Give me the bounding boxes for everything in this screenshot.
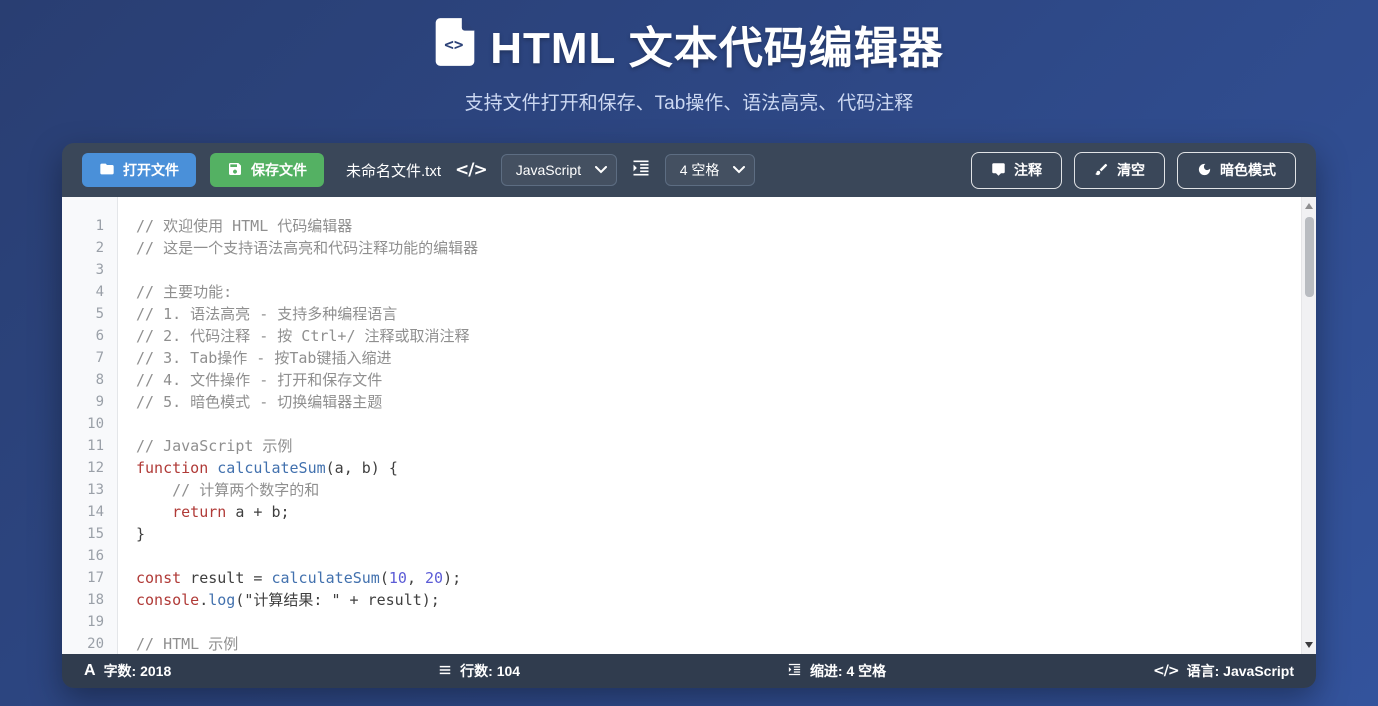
font-icon: A <box>84 662 96 680</box>
page-title: HTML 文本代码编辑器 <box>490 12 944 76</box>
html-file-icon: <> <box>434 17 476 72</box>
code-line: // 这是一个支持语法高亮和代码注释功能的编辑器 <box>136 237 1316 259</box>
dark-mode-label: 暗色模式 <box>1220 163 1276 177</box>
line-number: 6 <box>62 325 104 347</box>
scrollbar-thumb[interactable] <box>1305 217 1314 297</box>
comment-bubble-icon <box>991 162 1006 179</box>
editor-body: 1234567891011121314151617181920 // 欢迎使用 … <box>62 197 1316 654</box>
comment-button[interactable]: 注释 <box>971 152 1062 189</box>
code-line: // 计算两个数字的和 <box>136 479 1316 501</box>
save-icon <box>227 161 243 179</box>
line-number: 13 <box>62 479 104 501</box>
filename-label: 未命名文件.txt <box>346 160 441 181</box>
indent-select-wrap: 4 空格 <box>665 154 755 186</box>
page-subtitle: 支持文件打开和保存、Tab操作、语法高亮、代码注释 <box>0 88 1378 115</box>
code-line: // 4. 文件操作 - 打开和保存文件 <box>136 369 1316 391</box>
code-line: // JavaScript 示例 <box>136 435 1316 457</box>
line-number: 4 <box>62 281 104 303</box>
indent-icon <box>631 158 651 183</box>
brush-icon <box>1094 162 1109 179</box>
code-line: console.log("计算结果: " + result); <box>136 589 1316 611</box>
status-language: </> 语言: JavaScript <box>1153 661 1294 681</box>
line-number: 8 <box>62 369 104 391</box>
line-number: 20 <box>62 633 104 654</box>
code-line: const result = calculateSum(10, 20); <box>136 567 1316 589</box>
code-line: // 2. 代码注释 - 按 Ctrl+/ 注释或取消注释 <box>136 325 1316 347</box>
comment-label: 注释 <box>1014 163 1042 177</box>
status-indent: 缩进: 4 空格 <box>787 661 886 681</box>
clear-button[interactable]: 清空 <box>1074 152 1165 189</box>
page-header: <> HTML 文本代码编辑器 支持文件打开和保存、Tab操作、语法高亮、代码注… <box>0 0 1378 115</box>
line-number: 5 <box>62 303 104 325</box>
code-line: } <box>136 523 1316 545</box>
svg-text:<>: <> <box>444 34 463 53</box>
line-number: 3 <box>62 259 104 281</box>
code-line: // HTML 示例 <box>136 633 1316 654</box>
line-number: 18 <box>62 589 104 611</box>
code-line: // 1. 语法高亮 - 支持多种编程语言 <box>136 303 1316 325</box>
code-line: // 欢迎使用 HTML 代码编辑器 <box>136 215 1316 237</box>
scrollbar-down-arrow[interactable] <box>1302 638 1316 652</box>
code-line: // 主要功能: <box>136 281 1316 303</box>
line-numbers-gutter: 1234567891011121314151617181920 <box>62 197 118 654</box>
language-select-wrap: JavaScript <box>501 154 617 186</box>
language-select[interactable]: JavaScript <box>501 154 617 186</box>
indent-icon <box>787 662 802 680</box>
line-number: 15 <box>62 523 104 545</box>
indent-select[interactable]: 4 空格 <box>665 154 755 186</box>
folder-open-icon <box>99 161 115 179</box>
save-file-button[interactable]: 保存文件 <box>210 153 324 187</box>
line-number: 7 <box>62 347 104 369</box>
moon-icon <box>1197 162 1212 179</box>
line-number: 1 <box>62 215 104 237</box>
open-file-label: 打开文件 <box>123 163 179 177</box>
code-icon: </> <box>455 160 487 180</box>
line-number: 11 <box>62 435 104 457</box>
toolbar: 打开文件 保存文件 未命名文件.txt </> JavaScript <box>62 143 1316 197</box>
code-line: // 5. 暗色模式 - 切换编辑器主题 <box>136 391 1316 413</box>
line-number: 14 <box>62 501 104 523</box>
code-line: return a + b; <box>136 501 1316 523</box>
code-line <box>136 413 1316 435</box>
code-line <box>136 545 1316 567</box>
line-number: 19 <box>62 611 104 633</box>
scrollbar[interactable] <box>1301 197 1316 654</box>
code-editor[interactable]: // 欢迎使用 HTML 代码编辑器// 这是一个支持语法高亮和代码注释功能的编… <box>118 197 1316 654</box>
code-line <box>136 259 1316 281</box>
code-line: function calculateSum(a, b) { <box>136 457 1316 479</box>
line-number: 2 <box>62 237 104 259</box>
status-bar: A 字数: 2018 行数: 104 缩进: 4 空格 </> 语言: Java… <box>62 654 1316 688</box>
line-number: 12 <box>62 457 104 479</box>
line-number: 17 <box>62 567 104 589</box>
dark-mode-button[interactable]: 暗色模式 <box>1177 152 1296 189</box>
clear-label: 清空 <box>1117 163 1145 177</box>
open-file-button[interactable]: 打开文件 <box>82 153 196 187</box>
line-number: 10 <box>62 413 104 435</box>
status-char-count: A 字数: 2018 <box>84 661 171 681</box>
code-line <box>136 611 1316 633</box>
status-line-count: 行数: 104 <box>438 661 520 681</box>
lines-icon <box>438 663 452 680</box>
code-line: // 3. Tab操作 - 按Tab键插入缩进 <box>136 347 1316 369</box>
line-number: 16 <box>62 545 104 567</box>
line-number: 9 <box>62 391 104 413</box>
save-file-label: 保存文件 <box>251 163 307 177</box>
editor-panel: 打开文件 保存文件 未命名文件.txt </> JavaScript <box>62 143 1316 688</box>
code-icon: </> <box>1153 663 1179 679</box>
scrollbar-up-arrow[interactable] <box>1302 199 1316 213</box>
